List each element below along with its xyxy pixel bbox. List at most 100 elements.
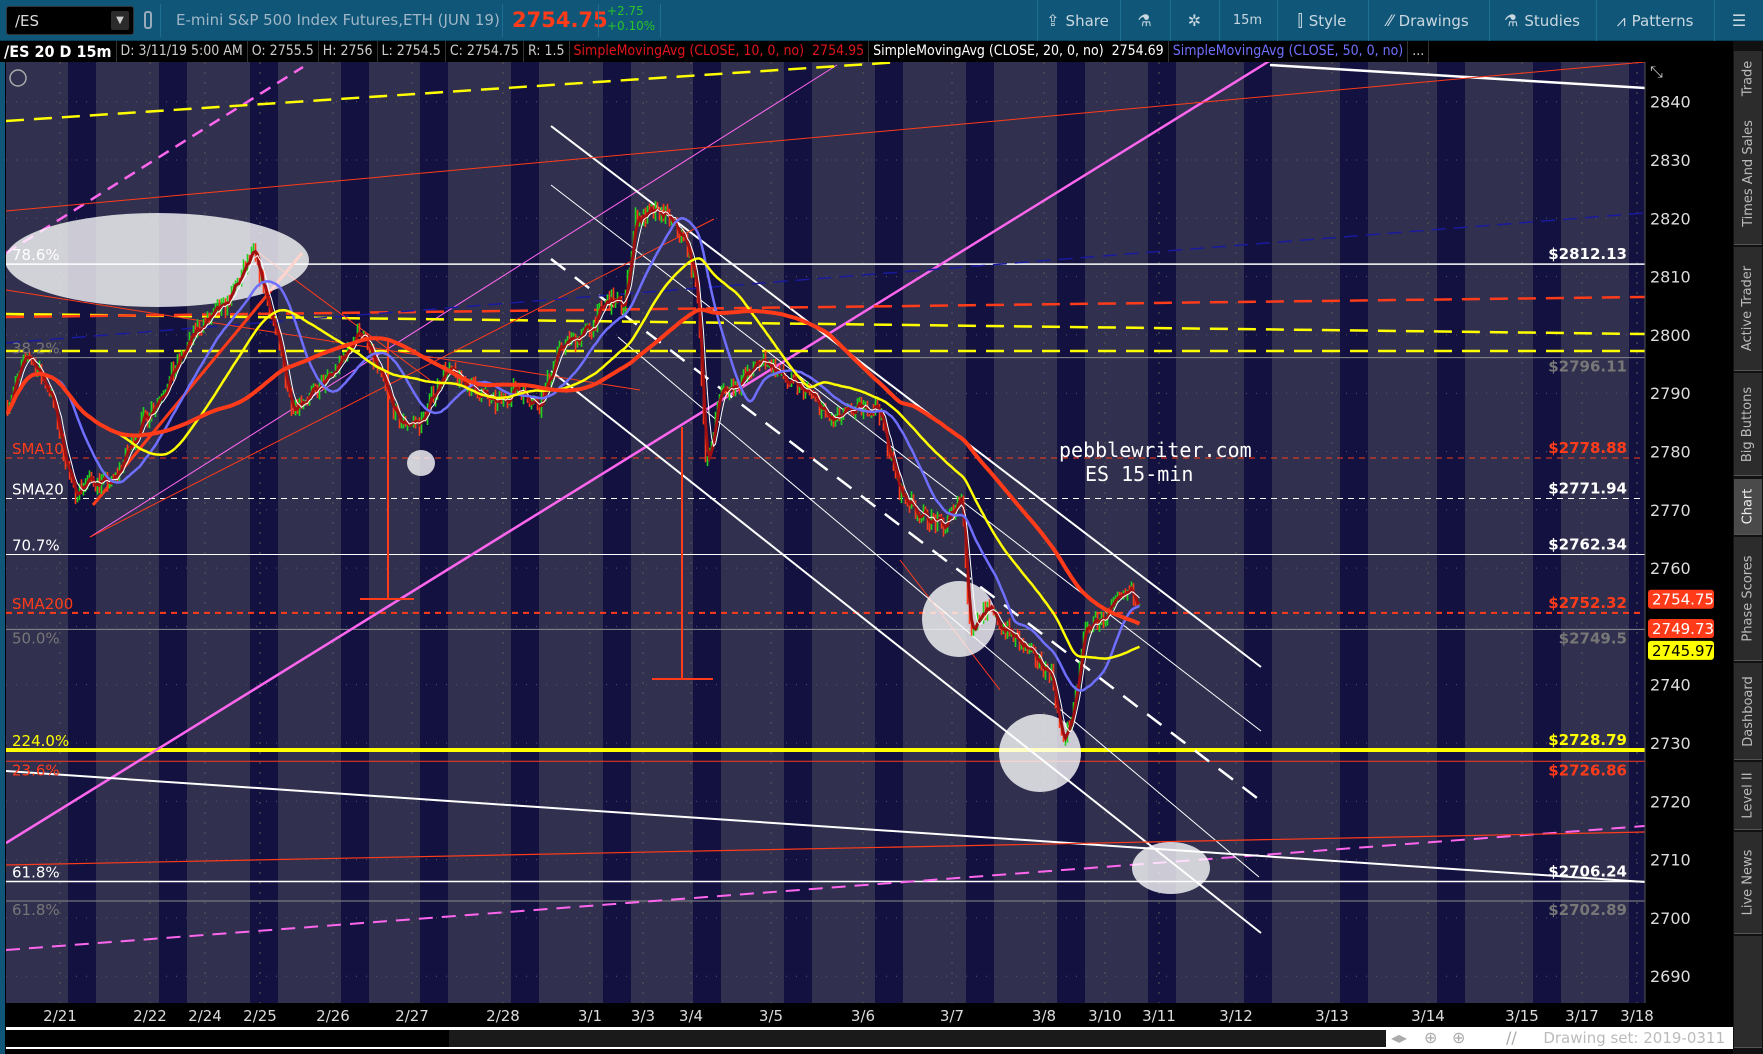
sidebar-tab-dashboard[interactable]: Dashboard: [1734, 663, 1762, 760]
drawings-icon: ⁄⁄: [1387, 11, 1393, 30]
bar-close: C: 2754.75: [446, 41, 524, 62]
share-button[interactable]: ⇪ Share: [1037, 0, 1117, 41]
symbol-selector[interactable]: /ES ▼: [6, 6, 134, 35]
level-left-label: 61.8%: [12, 901, 60, 919]
y-tick-label: 2830: [1650, 151, 1691, 170]
x-tick-label: 2/24: [188, 1007, 222, 1025]
15m-button[interactable]: 15m: [1219, 0, 1275, 41]
night-session-band: [250, 62, 278, 1003]
button-label: Drawings: [1398, 11, 1469, 30]
watermark-text: pebblewriter.com: [1059, 438, 1252, 462]
y-tick-label: 2740: [1650, 676, 1691, 695]
y-tick-label: 2730: [1650, 734, 1691, 753]
night-session-band: [1057, 62, 1085, 1003]
tab-label: Phase Scores: [1740, 555, 1756, 642]
patterns-button[interactable]: ⩘ Patterns: [1596, 0, 1713, 41]
level-right-label: $2726.86: [1548, 761, 1627, 779]
right-sidebar: Trade Times And Sales Active Trader Big But…: [1733, 41, 1763, 1054]
x-tick-label: 2/28: [486, 1007, 520, 1025]
sma50-label[interactable]: SimpleMovingAvg (CLOSE, 50, 0, no): [1169, 41, 1409, 62]
chart-descriptor: /ES 20 D 15m: [0, 41, 117, 62]
night-session-band: [1437, 62, 1465, 1003]
x-tick-label: 3/12: [1219, 1007, 1253, 1025]
x-tick-label: 3/18: [1620, 1007, 1654, 1025]
x-tick-label: 3/8: [1032, 1007, 1056, 1025]
x-tick-label: 2/22: [133, 1007, 167, 1025]
x-tick-label: 2/26: [316, 1007, 350, 1025]
change-percent: +0.10%: [607, 19, 656, 33]
button-label: Studies: [1524, 11, 1580, 30]
tab-label: Big Buttons: [1740, 386, 1756, 462]
level-left-label: 61.8%: [12, 864, 60, 882]
sidebar-tab-chart[interactable]: Chart: [1734, 479, 1762, 535]
sidebar-tab-times-and-sales[interactable]: Times And Sales: [1734, 103, 1762, 245]
level-left-label: 23.6%: [12, 761, 60, 779]
y-tick-label: 2770: [1650, 501, 1691, 520]
x-tick-label: 2/25: [243, 1007, 277, 1025]
x-tick-label: 3/11: [1142, 1007, 1176, 1025]
flask-button[interactable]: ⚗: [1120, 0, 1168, 41]
drawing-set-label[interactable]: Drawing set: 2019-0311: [1543, 1029, 1725, 1047]
tab-label: Trade: [1740, 60, 1756, 97]
horizontal-scrollbar[interactable]: [6, 1030, 1386, 1047]
night-session-band: [420, 62, 448, 1003]
drawing-pencil-icon[interactable]: //: [1506, 1028, 1517, 1047]
level-left-label: 50.0%: [12, 629, 60, 647]
level-left-label: 224.0%: [12, 732, 69, 750]
tab-label: Active Trader: [1740, 265, 1756, 352]
chart-scroll-row: ◂▸ ⊕ ⊕ // Drawing set: 2019-0311: [6, 1027, 1733, 1049]
price-badge-value: 2749.73: [1652, 620, 1714, 638]
tab-label: Chart: [1740, 488, 1756, 525]
level-right-label: $2752.32: [1548, 594, 1627, 612]
sidebar-tab-level-ii[interactable]: Level II: [1734, 762, 1762, 830]
sidebar-tab-active-trader[interactable]: Active Trader: [1734, 247, 1762, 371]
tab-label: Level II: [1740, 772, 1756, 819]
sidebar-tab-phase-scores[interactable]: Phase Scores: [1734, 537, 1762, 661]
last-price: 2754.75: [512, 8, 608, 32]
scrollbar-thumb[interactable]: [6, 1030, 449, 1047]
price-axis: [1645, 62, 1733, 1027]
style-button[interactable]: ⫿ Style: [1277, 0, 1366, 41]
price-chart[interactable]: 78.6% $2812.13 38.2% $2796.11 SMA10 $2778.88 S…: [0, 62, 1733, 1027]
drawings-button[interactable]: ⁄⁄ Drawings: [1368, 0, 1487, 41]
more-studies[interactable]: ...: [1408, 41, 1430, 62]
level-right-label: $2706.24: [1548, 863, 1627, 881]
chevron-down-icon[interactable]: ▼: [111, 11, 129, 30]
flask-icon: ⚗: [1504, 11, 1519, 30]
link-icon[interactable]: [144, 11, 152, 29]
night-session-band: [784, 62, 812, 1003]
x-tick-label: 3/3: [631, 1007, 655, 1025]
chart-info-bar: /ES 20 D 15m D: 3/11/19 5:00 AM O: 2755.…: [0, 41, 1733, 62]
night-session-band: [511, 62, 539, 1003]
sma20-label[interactable]: SimpleMovingAvg (CLOSE, 20, 0, no): [869, 41, 1108, 62]
x-tick-label: 3/10: [1088, 1007, 1122, 1025]
tab-label: Times And Sales: [1740, 120, 1756, 227]
studies-button[interactable]: ⚗ Studies: [1489, 0, 1594, 41]
gear-button[interactable]: ✲: [1170, 0, 1218, 41]
button-label: Share: [1065, 11, 1109, 30]
zoom-icon[interactable]: ⊕: [1452, 1028, 1465, 1047]
y-tick-label: 2800: [1650, 326, 1691, 345]
button-label: 15m: [1232, 13, 1263, 28]
auto-scale-icon[interactable]: ⤡: [1650, 62, 1663, 81]
sidebar-empty: [1734, 936, 1762, 1048]
price-badge-value: 2745.97: [1652, 642, 1714, 660]
crosshair-icon[interactable]: ⊕: [1424, 1028, 1437, 1047]
tab-label: Dashboard: [1740, 675, 1756, 747]
top-toolbar: /ES ▼ E-mini S&P 500 Index Futures,ETH (J…: [0, 0, 1763, 41]
sidebar-tab-big-buttons[interactable]: Big Buttons: [1734, 373, 1762, 476]
pan-icon[interactable]: ◂▸: [1391, 1028, 1407, 1047]
level-right-label: $2796.11: [1548, 358, 1627, 376]
sidebar-tab-live-news[interactable]: Live News: [1734, 832, 1762, 934]
flask-icon: ⚗: [1137, 11, 1152, 30]
symbol-value: /ES: [15, 12, 40, 30]
bar-date: D: 3/11/19 5:00 AM: [117, 41, 248, 62]
menu-button[interactable]: ☰: [1714, 0, 1763, 41]
sidebar-tab-trade[interactable]: Trade: [1734, 51, 1762, 107]
patterns-icon: ⩘: [1616, 10, 1626, 30]
sma10-label[interactable]: SimpleMovingAvg (CLOSE, 10, 0, no): [570, 41, 809, 62]
highlight-ellipse: [407, 450, 435, 476]
level-right-label: $2702.89: [1548, 901, 1627, 919]
level-right-label: $2812.13: [1548, 245, 1627, 263]
x-tick-label: 3/4: [679, 1007, 703, 1025]
